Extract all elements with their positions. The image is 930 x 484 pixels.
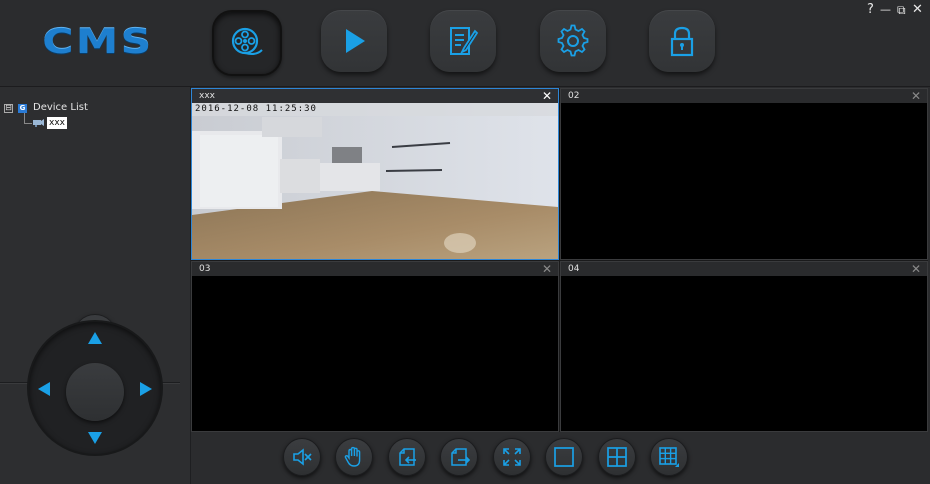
device-list-label: Device List (33, 102, 88, 113)
import-icon (399, 448, 416, 466)
pane-title: 02 (568, 91, 580, 101)
pane-title-bar: 04 ✕ (561, 262, 927, 276)
export-button[interactable] (440, 438, 478, 476)
app-logo: CMS (36, 24, 160, 60)
help-button[interactable]: ? (867, 3, 874, 17)
pane-title: 04 (568, 264, 580, 274)
nav-log-button[interactable] (430, 10, 496, 72)
video-pane-1[interactable]: xxx ✕ 2016-12-08 11:25:30 (191, 88, 559, 260)
pane-title: xxx (199, 91, 215, 101)
camera-icon (33, 119, 44, 127)
top-bar: CMS ? — ⧉ ✕ (0, 0, 930, 87)
edit-document-icon (450, 27, 479, 55)
pane-close-icon[interactable]: ✕ (542, 89, 552, 103)
video-feed: 2016-12-08 11:25:30 (192, 103, 558, 259)
close-window-button[interactable]: ✕ (912, 3, 923, 17)
single-layout-icon (554, 447, 574, 467)
right-arrow-icon[interactable] (140, 382, 152, 396)
video-timestamp-overlay: 2016-12-08 11:25:30 (195, 104, 317, 114)
minimize-button[interactable]: — (880, 3, 891, 17)
mute-button[interactable] (283, 438, 321, 476)
quad-layout-button[interactable] (598, 438, 636, 476)
play-icon (346, 29, 365, 53)
camera-feed-image (192, 103, 558, 259)
ptz-center-button[interactable] (66, 363, 124, 421)
down-arrow-icon[interactable] (88, 432, 102, 444)
multi-layout-icon (659, 447, 679, 467)
left-panel: ⊟ G Device List xxx (0, 87, 191, 484)
video-pane-2[interactable]: 02 ✕ (560, 88, 928, 260)
lock-icon (670, 26, 694, 57)
video-pane-3[interactable]: 03 ✕ (191, 261, 559, 432)
pane-close-icon[interactable]: ✕ (911, 89, 921, 103)
export-icon (451, 448, 470, 466)
multi-layout-button[interactable] (650, 438, 688, 476)
pane-close-icon[interactable]: ✕ (911, 262, 921, 276)
collapse-icon[interactable]: ⊟ (4, 104, 13, 113)
nav-playback-button[interactable] (321, 10, 387, 72)
mute-icon (293, 448, 312, 466)
hand-button[interactable] (335, 438, 373, 476)
tree-line (24, 113, 25, 123)
bottom-toolbar (191, 433, 930, 484)
restore-button[interactable]: ⧉ (897, 3, 906, 17)
pane-title-bar: 03 ✕ (192, 262, 558, 276)
fullscreen-button[interactable] (493, 438, 531, 476)
tree-line (24, 123, 32, 124)
logo-text: CMS (42, 22, 154, 62)
nav-settings-button[interactable] (540, 10, 606, 72)
gear-icon (557, 24, 589, 57)
video-feed (561, 276, 927, 431)
single-layout-button[interactable] (545, 438, 583, 476)
pane-title-bar: 02 ✕ (561, 89, 927, 103)
device-group-icon: G (18, 104, 27, 113)
pane-title-bar: xxx ✕ (192, 89, 558, 103)
quad-layout-icon (607, 447, 627, 467)
left-arrow-icon[interactable] (38, 382, 50, 396)
nav-live-view-button[interactable] (212, 10, 282, 76)
import-button[interactable] (388, 438, 426, 476)
nav-lock-button[interactable] (649, 10, 715, 72)
pane-title: 03 (199, 264, 211, 274)
video-grid: xxx ✕ 2016-12-08 11:25:30 02 ✕ 03 ✕ 04 ✕ (191, 88, 928, 432)
fullscreen-icon (503, 448, 521, 466)
device-item-label[interactable]: xxx (47, 117, 67, 129)
video-feed (561, 103, 927, 259)
video-feed (192, 276, 558, 431)
hand-icon (344, 446, 361, 467)
video-pane-4[interactable]: 04 ✕ (560, 261, 928, 432)
up-arrow-icon[interactable] (88, 332, 102, 344)
film-reel-icon (231, 27, 263, 55)
ptz-control-pad (29, 322, 161, 454)
pane-close-icon[interactable]: ✕ (542, 262, 552, 276)
